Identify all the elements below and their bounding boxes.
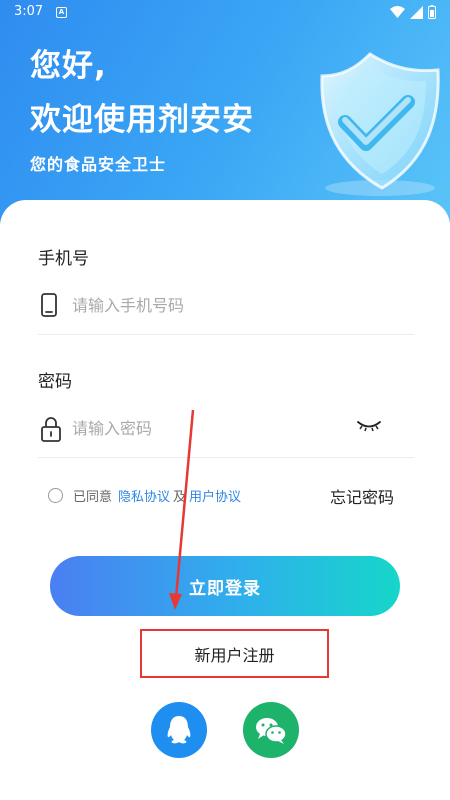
lock-icon [41,417,61,442]
password-field [38,398,414,458]
notification-icon: A [56,7,67,18]
shield-check-icon [320,52,440,196]
qq-login-button[interactable] [151,702,207,758]
greeting-title: 您好, [30,48,107,84]
status-time: 3:07 [14,4,44,19]
phone-label: 手机号 [38,249,89,269]
qq-icon [167,716,191,744]
agreement-checkbox[interactable] [48,487,63,503]
agreement-conjunction: 及 [173,489,187,505]
phone-input[interactable] [72,289,352,321]
wifi-icon [390,6,405,18]
agreement-prefix: 已同意 [73,489,113,505]
agreement-row: 已同意 隐私协议 及 用户协议 [48,485,241,505]
status-bar: 3:07 A [0,0,450,26]
signal-icon [410,5,423,19]
welcome-title: 欢迎使用剂安安 [30,102,254,138]
phone-field [38,275,414,335]
register-button[interactable]: 新用户注册 [140,629,329,678]
forgot-password-link[interactable]: 忘记密码 [330,484,394,508]
battery-icon [428,5,436,19]
privacy-link[interactable]: 隐私协议 [118,486,170,505]
password-input[interactable] [72,412,352,444]
status-icons [390,5,436,19]
phone-icon [41,293,57,317]
password-label: 密码 [38,372,72,392]
tagline: 您的食品安全卫士 [30,155,167,174]
user-agreement-link[interactable]: 用户协议 [189,486,241,505]
login-button[interactable]: 立即登录 [50,556,400,616]
eye-closed-icon[interactable] [356,418,382,434]
wechat-login-button[interactable] [243,702,299,758]
wechat-icon [256,718,287,744]
